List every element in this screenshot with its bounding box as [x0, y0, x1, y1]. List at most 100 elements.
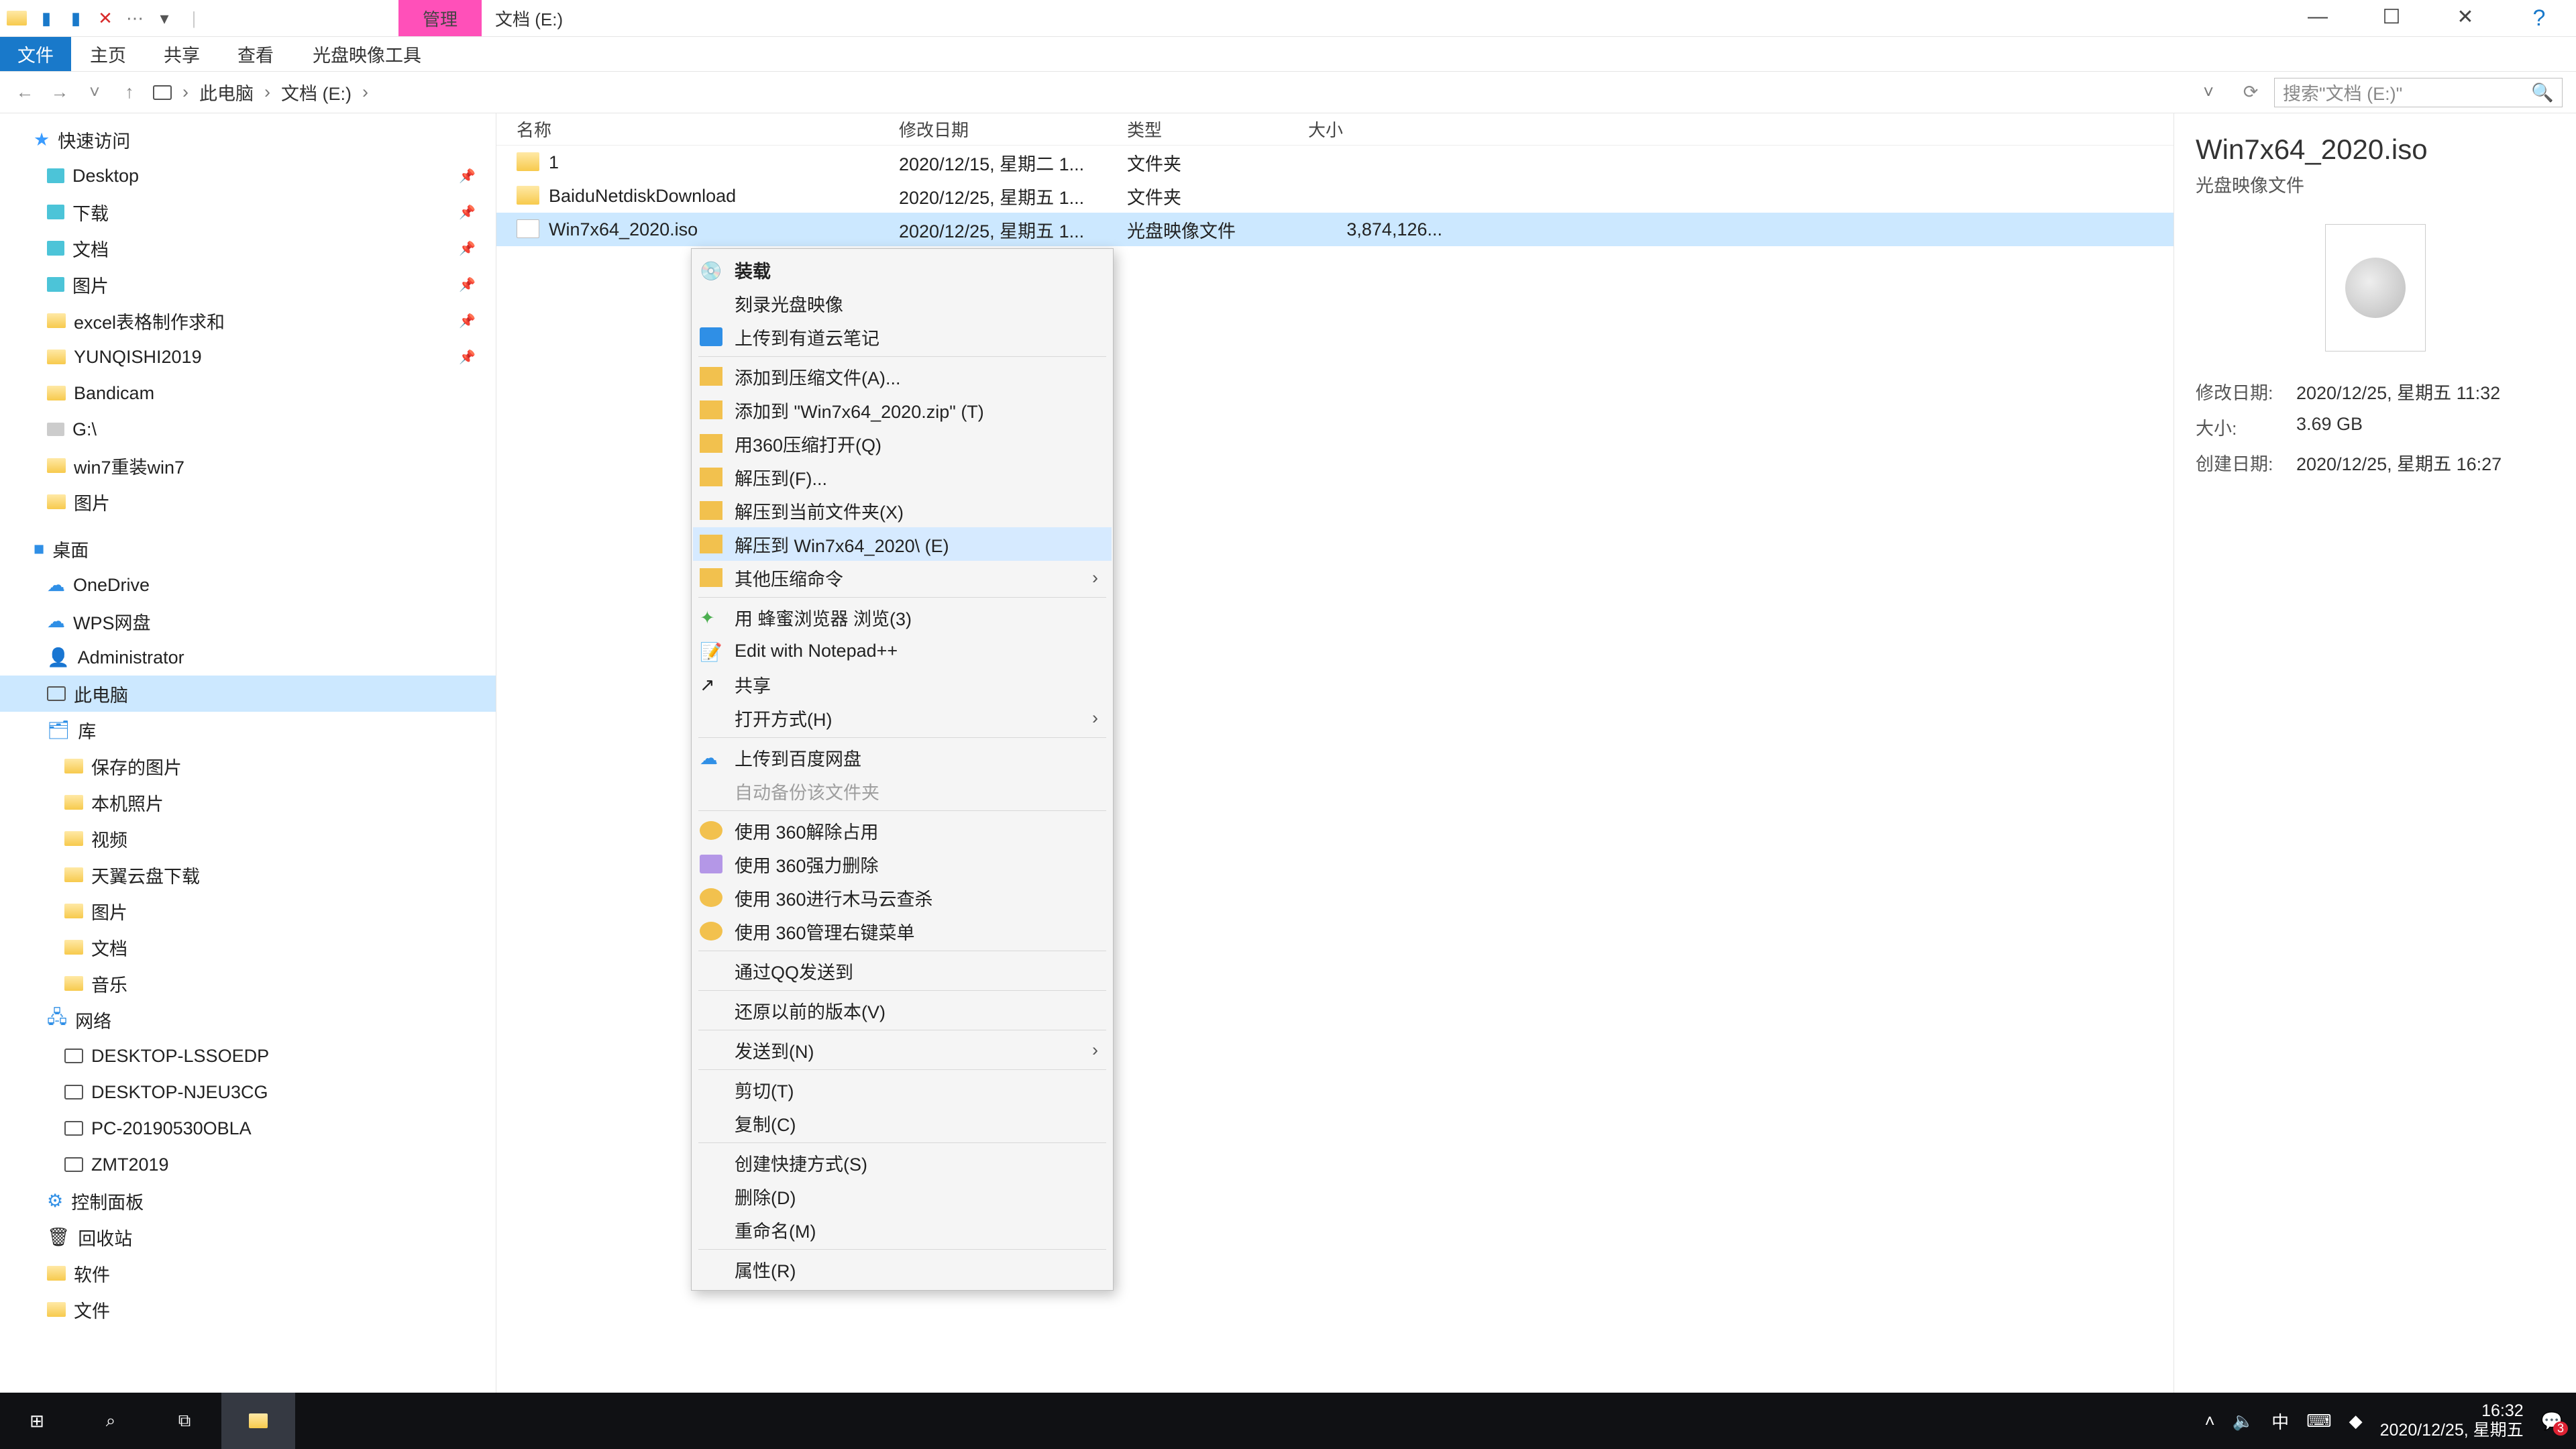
ctx-open-360zip[interactable]: 用360压缩打开(Q): [693, 427, 1112, 460]
tree-network[interactable]: 网络: [75, 1007, 111, 1033]
tree-item[interactable]: 图片: [74, 489, 110, 515]
ribbon-tab-view[interactable]: 查看: [219, 41, 292, 67]
close-button[interactable]: ✕: [2428, 5, 2502, 32]
tray-chevron-icon[interactable]: ˄: [2205, 1411, 2215, 1432]
tree-item[interactable]: 控制面板: [71, 1188, 144, 1214]
tree-item[interactable]: Administrator: [78, 647, 184, 668]
col-type[interactable]: 类型: [1107, 117, 1288, 142]
ctx-properties[interactable]: 属性(R): [693, 1252, 1112, 1286]
maximize-button[interactable]: ☐: [2355, 5, 2428, 32]
nav-up-icon[interactable]: ↑: [118, 82, 141, 103]
tree-item[interactable]: 软件: [74, 1260, 110, 1287]
nav-back-icon[interactable]: ←: [13, 82, 36, 103]
tree-item[interactable]: DESKTOP-LSSOEDP: [91, 1046, 269, 1067]
tree-desktop[interactable]: 桌面: [52, 536, 89, 562]
nav-tree[interactable]: ★快速访问 Desktop📌 下载📌 文档📌 图片📌 excel表格制作求和📌 …: [0, 113, 496, 1426]
ctx-add-archive[interactable]: 添加到压缩文件(A)...: [693, 360, 1112, 393]
qat-dropdown-icon[interactable]: ▾: [154, 8, 174, 29]
tree-item-this-pc[interactable]: 此电脑: [74, 681, 128, 707]
start-button[interactable]: ⊞: [0, 1393, 74, 1449]
tree-item[interactable]: G:\: [72, 419, 97, 440]
taskbar-explorer-icon[interactable]: [221, 1393, 295, 1449]
ctx-share[interactable]: ↗共享: [693, 667, 1112, 701]
qat-button[interactable]: ▮: [66, 8, 86, 29]
table-row[interactable]: BaiduNetdiskDownload 2020/12/25, 星期五 1..…: [496, 179, 2174, 213]
ctx-open-with[interactable]: 打开方式(H)›: [693, 701, 1112, 735]
tree-item[interactable]: 库: [78, 717, 96, 743]
ribbon-tab-file[interactable]: 文件: [0, 37, 71, 71]
taskbar-clock[interactable]: 16:32 2020/12/25, 星期五: [2380, 1401, 2524, 1440]
ctx-youdao[interactable]: 上传到有道云笔记: [693, 320, 1112, 354]
search-input[interactable]: 搜索"文档 (E:)" 🔍: [2274, 78, 2563, 107]
contextual-tab-manage[interactable]: 管理: [398, 0, 482, 36]
tree-item[interactable]: 本机照片: [91, 790, 164, 816]
col-date[interactable]: 修改日期: [879, 117, 1107, 142]
breadcrumb-item[interactable]: 此电脑: [199, 79, 254, 105]
ctx-extract-to[interactable]: 解压到(F)...: [693, 460, 1112, 494]
tree-item[interactable]: Bandicam: [74, 383, 154, 404]
ctx-send-to[interactable]: 发送到(N)›: [693, 1033, 1112, 1067]
col-name[interactable]: 名称: [496, 117, 879, 142]
tree-item[interactable]: 文件: [74, 1297, 110, 1323]
ctx-extract-here[interactable]: 解压到当前文件夹(X): [693, 494, 1112, 527]
ctx-notepadpp[interactable]: 📝Edit with Notepad++: [693, 634, 1112, 667]
action-center-icon[interactable]: 💬3: [2541, 1411, 2563, 1432]
breadcrumb-item[interactable]: 文档 (E:): [281, 79, 352, 105]
qat-button[interactable]: ▮: [36, 8, 56, 29]
tree-item[interactable]: DESKTOP-NJEU3CG: [91, 1082, 268, 1103]
minimize-button[interactable]: —: [2281, 5, 2355, 32]
ctx-mount[interactable]: 💿装载: [693, 253, 1112, 286]
tree-item[interactable]: ZMT2019: [91, 1155, 169, 1175]
tree-item[interactable]: 保存的图片: [91, 753, 182, 780]
tree-item[interactable]: 图片: [91, 898, 127, 924]
tree-item[interactable]: PC-20190530OBLA: [91, 1118, 252, 1139]
tree-item[interactable]: 文档: [91, 934, 127, 961]
ctx-other-zip[interactable]: 其他压缩命令›: [693, 561, 1112, 594]
ctx-360-unlock[interactable]: 使用 360解除占用: [693, 814, 1112, 847]
tree-item[interactable]: excel表格制作求和: [74, 308, 225, 334]
tray-keyboard-icon[interactable]: ⌨: [2306, 1411, 2332, 1432]
ribbon-tab-home[interactable]: 主页: [71, 41, 145, 67]
breadcrumb-dropdown-icon[interactable]: ˅: [2203, 82, 2214, 103]
system-tray[interactable]: ˄ 🔈 中 ⌨ ◆ 16:32 2020/12/25, 星期五 💬3: [2205, 1401, 2576, 1440]
tree-item[interactable]: Desktop: [72, 166, 139, 186]
table-row[interactable]: 1 2020/12/15, 星期二 1... 文件夹: [496, 146, 2174, 179]
ctx-cut[interactable]: 剪切(T): [693, 1073, 1112, 1106]
qat-button[interactable]: ⋯: [125, 8, 145, 29]
qat-delete-icon[interactable]: ✕: [95, 8, 115, 29]
breadcrumb[interactable]: 此电脑 文档 (E:): [153, 79, 2191, 105]
taskbar-search-icon[interactable]: ⌕: [74, 1393, 148, 1449]
ctx-burn[interactable]: 刻录光盘映像: [693, 286, 1112, 320]
tree-item[interactable]: 下载: [72, 199, 109, 225]
ctx-360-force[interactable]: 使用 360强力删除: [693, 847, 1112, 881]
taskbar-taskview-icon[interactable]: ⧉: [148, 1393, 221, 1449]
ctx-restore[interactable]: 还原以前的版本(V): [693, 994, 1112, 1027]
tree-item[interactable]: 音乐: [91, 971, 127, 997]
nav-forward-icon[interactable]: →: [48, 82, 71, 103]
tree-item[interactable]: 文档: [72, 235, 109, 262]
ribbon-tab-iso-tools[interactable]: 光盘映像工具: [294, 41, 440, 67]
ctx-baidu-upload[interactable]: ☁上传到百度网盘: [693, 741, 1112, 774]
tree-item[interactable]: YUNQISHI2019: [74, 347, 202, 368]
tree-item[interactable]: 图片: [72, 272, 109, 298]
tree-quick-access[interactable]: 快速访问: [58, 127, 130, 153]
tree-item[interactable]: 视频: [91, 826, 127, 852]
nav-history-icon[interactable]: ˅: [83, 82, 106, 103]
ribbon-tab-share[interactable]: 共享: [145, 41, 219, 67]
tree-item[interactable]: WPS网盘: [73, 608, 151, 635]
tree-item[interactable]: 回收站: [78, 1224, 132, 1250]
ctx-360-trojan[interactable]: 使用 360进行木马云查杀: [693, 881, 1112, 914]
tree-item[interactable]: win7重装win7: [74, 453, 184, 479]
ctx-copy[interactable]: 复制(C): [693, 1106, 1112, 1140]
tray-app-icon[interactable]: ◆: [2349, 1411, 2363, 1432]
ctx-add-zip[interactable]: 添加到 "Win7x64_2020.zip" (T): [693, 393, 1112, 427]
refresh-icon[interactable]: ⟳: [2239, 82, 2262, 103]
table-row-selected[interactable]: Win7x64_2020.iso 2020/12/25, 星期五 1... 光盘…: [496, 213, 2174, 246]
ctx-360-menu[interactable]: 使用 360管理右键菜单: [693, 914, 1112, 948]
tray-ime[interactable]: 中: [2271, 1409, 2289, 1434]
ctx-rename[interactable]: 重命名(M): [693, 1213, 1112, 1246]
column-headers[interactable]: 名称 修改日期 类型 大小: [496, 113, 2174, 146]
col-size[interactable]: 大小: [1288, 117, 1462, 142]
ctx-extract-named[interactable]: 解压到 Win7x64_2020\ (E): [693, 527, 1112, 561]
ctx-delete[interactable]: 删除(D): [693, 1179, 1112, 1213]
